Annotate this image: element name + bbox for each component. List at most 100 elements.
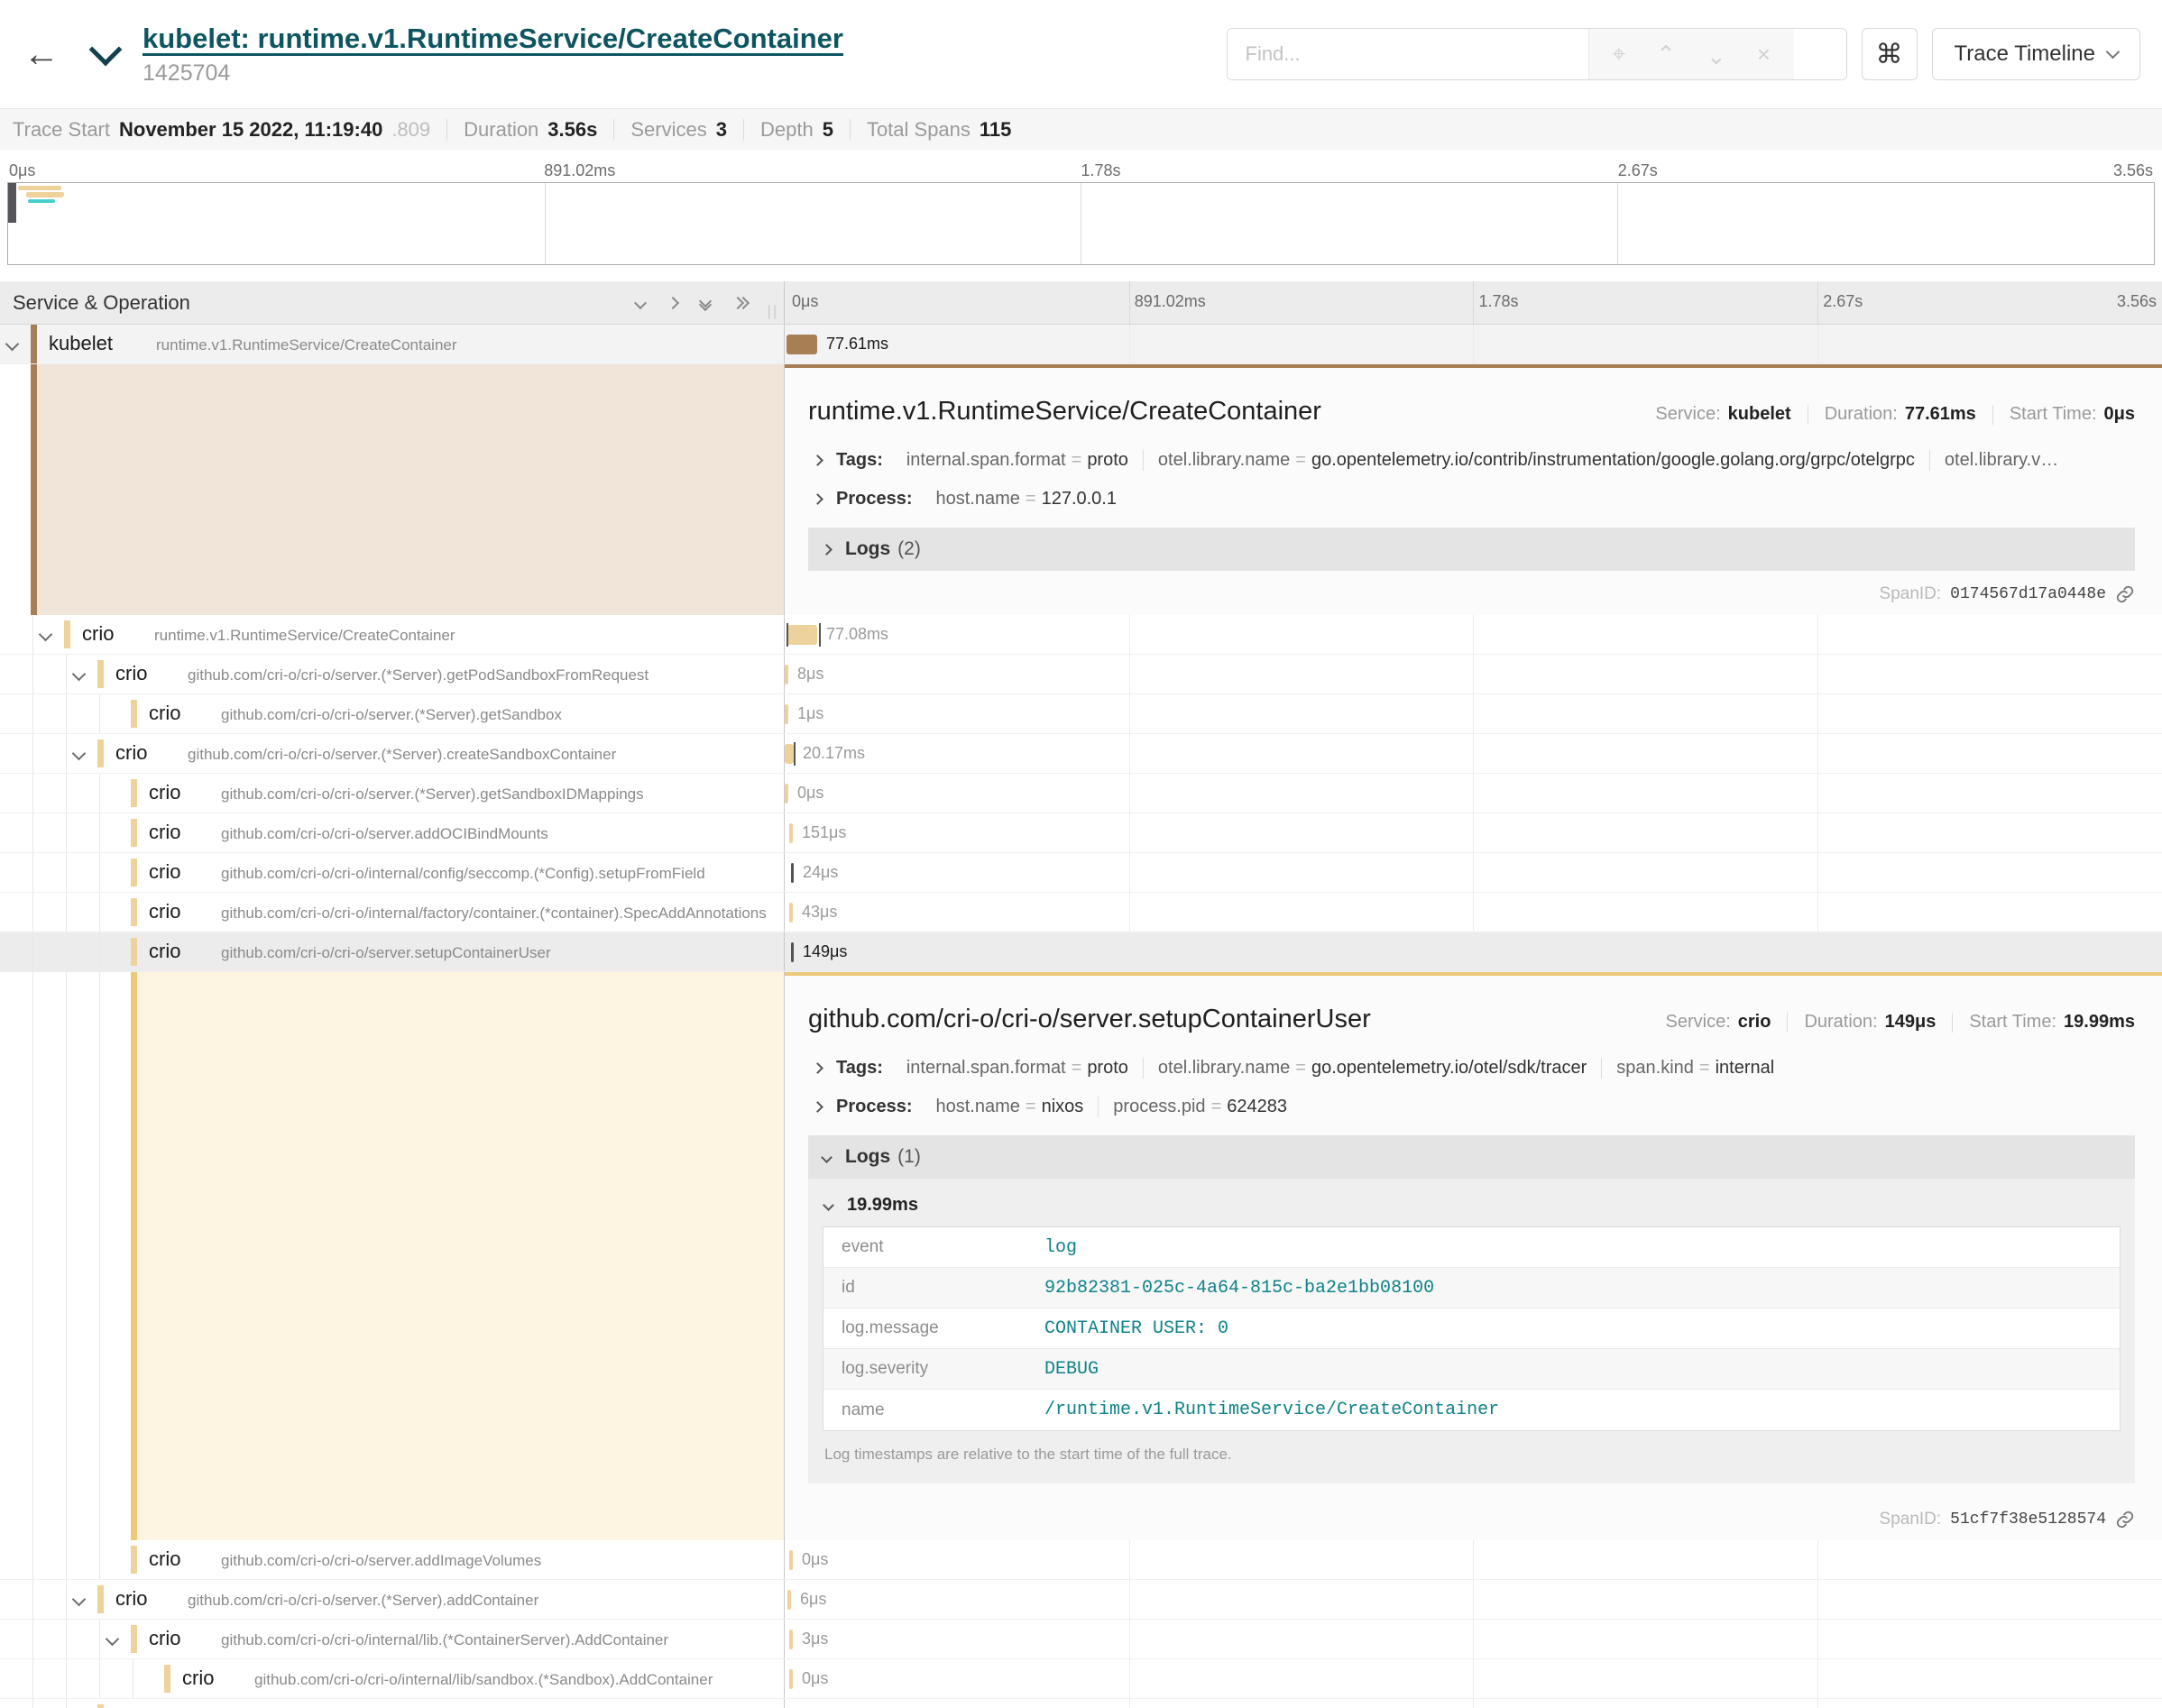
span-row[interactable]: crio github.com/cri-o/cri-o/internal/lib… xyxy=(0,1659,2162,1699)
chevron-up-icon[interactable]: ⌃ xyxy=(1656,41,1676,69)
copy-link-icon[interactable] xyxy=(2115,584,2135,604)
service-color-bar xyxy=(131,819,137,847)
span-row[interactable]: crio github.com/cri-o/cri-o/server.(*Ser… xyxy=(0,734,2162,774)
span-timeline-cell[interactable]: 6μs xyxy=(785,1580,2162,1619)
minimap-drag-handle[interactable] xyxy=(8,183,16,223)
process-section-toggle[interactable]: Process: host.name=127.0.0.1 xyxy=(808,489,2135,510)
span-duration-bar[interactable] xyxy=(785,744,794,764)
span-duration-bar[interactable] xyxy=(789,903,793,923)
span-row[interactable]: crio github.com/cri-o/cri-o/internal/con… xyxy=(0,853,2162,893)
span-duration-bar[interactable] xyxy=(791,863,794,883)
span-name-cell[interactable]: crio github.com/cri-o/cri-o/server.setup… xyxy=(0,932,785,971)
collapse-all-icon[interactable] xyxy=(701,297,710,309)
copy-link-icon[interactable] xyxy=(2115,1510,2135,1529)
span-timeline-cell[interactable]: 151μs xyxy=(785,813,2162,852)
locate-target-icon[interactable]: ⌖ xyxy=(1613,40,1626,69)
span-name-cell[interactable]: crio github.com/cri-o/cri-o/server.(*Ser… xyxy=(0,734,785,773)
span-duration-bar[interactable] xyxy=(787,335,817,354)
span-timeline-cell[interactable]: 24μs xyxy=(785,853,2162,892)
span-duration-bar[interactable] xyxy=(789,823,793,843)
row-chevron-down-icon[interactable] xyxy=(5,337,20,352)
span-duration-bar[interactable] xyxy=(789,1630,793,1649)
span-name-cell[interactable]: crio github.com/cri-o/cri-o/internal/lib… xyxy=(0,1620,785,1658)
service-operation-header: Service & Operation || xyxy=(0,281,785,324)
log-entry-toggle[interactable]: 19.99ms xyxy=(823,1182,2121,1226)
span-duration-bar[interactable] xyxy=(789,1550,793,1570)
span-name-cell[interactable]: crio github.com/cri-o/cri-o/internal/con… xyxy=(0,853,785,892)
span-timeline-cell[interactable]: 77.08ms xyxy=(785,615,2162,654)
span-row[interactable]: crio github.com/cri-o/cri-o/server.(*Ser… xyxy=(0,774,2162,813)
trace-view-dropdown[interactable]: Trace Timeline xyxy=(1932,28,2141,80)
span-row[interactable]: kubelet runtime.v1.RuntimeService/Create… xyxy=(0,325,2162,364)
collapse-trace-chevron-icon[interactable] xyxy=(89,33,123,67)
span-timeline-cell[interactable]: 43μs xyxy=(785,893,2162,932)
tags-section-toggle[interactable]: Tags: internal.span.format=proto otel.li… xyxy=(808,450,2135,471)
span-row[interactable]: crio github.com/cri-o/cri-o/server.addOC… xyxy=(0,813,2162,853)
span-duration-bar[interactable] xyxy=(789,1669,793,1689)
row-chevron-down-icon[interactable] xyxy=(39,628,53,642)
span-name-cell[interactable]: crio github.com/cri-o/cri-o/internal/lib… xyxy=(0,1659,785,1698)
column-resize-grip[interactable]: || xyxy=(768,304,778,320)
logs-section-toggle[interactable]: Logs (2) xyxy=(808,528,2135,571)
collapse-one-icon[interactable] xyxy=(634,296,647,308)
span-name-cell[interactable]: crio github.com/cri-o/cri-o/server.addOC… xyxy=(0,813,785,852)
row-chevron-down-icon[interactable] xyxy=(106,1632,120,1647)
span-duration-bar[interactable] xyxy=(787,1590,791,1610)
expand-one-icon[interactable] xyxy=(667,296,679,308)
tags-section-toggle[interactable]: Tags: internal.span.format=proto otel.li… xyxy=(808,1058,2135,1079)
span-row[interactable]: crio github.com/cri-o/cri-o/server.setup… xyxy=(0,932,2162,972)
span-timeline-cell[interactable]: 77.61ms xyxy=(785,325,2162,363)
expand-all-icon[interactable] xyxy=(733,298,748,308)
span-row[interactable]: crio github.com/cri-o/cri-o/internal/fac… xyxy=(0,893,2162,932)
span-name-cell[interactable]: crio github.com/cri-o/cri-o/server.(*Ser… xyxy=(0,774,785,813)
span-detail-meta: Service:kubelet Duration:77.61ms Start T… xyxy=(1655,404,2135,425)
span-name-cell[interactable]: crio github.com/cri-o/cri-o/internal/fac… xyxy=(0,893,785,932)
operation-name: github.com/cri-o/cri-o/server.setupConta… xyxy=(221,944,551,962)
indent-guides xyxy=(0,774,100,813)
trace-title-link[interactable]: kubelet: runtime.v1.RuntimeService/Creat… xyxy=(143,23,843,54)
span-row[interactable]: crio github.com/cri-o/cri-o/server.(*Ser… xyxy=(0,655,2162,694)
row-chevron-down-icon[interactable] xyxy=(72,1593,87,1607)
span-timeline-cell[interactable]: 149μs xyxy=(785,932,2162,971)
tag-item: internal.span.format=proto xyxy=(892,1058,1143,1079)
span-row[interactable]: crio github.com/cri-o/cri-o/internal/lib… xyxy=(0,1620,2162,1659)
span-timeline-cell[interactable]: 0μs xyxy=(785,1540,2162,1579)
span-name-cell[interactable]: crio github.com/cri-o/cri-o/server.(*Ser… xyxy=(0,655,785,693)
span-duration-bar[interactable] xyxy=(791,942,794,962)
span-row[interactable]: crio github.com/cri-o/cri-o/server.(*Ser… xyxy=(0,1699,2162,1708)
log-field-row: log.severityDEBUG xyxy=(823,1349,2120,1390)
row-chevron-down-icon[interactable] xyxy=(72,667,87,682)
span-duration-bar[interactable] xyxy=(785,704,788,724)
span-duration-bar[interactable] xyxy=(787,625,817,645)
span-name-cell[interactable]: crio github.com/cri-o/cri-o/server.addIm… xyxy=(0,1540,785,1579)
span-row[interactable]: crio runtime.v1.RuntimeService/CreateCon… xyxy=(0,615,2162,655)
span-row[interactable]: crio github.com/cri-o/cri-o/server.(*Ser… xyxy=(0,694,2162,734)
span-duration-bar[interactable] xyxy=(785,665,788,684)
span-timeline-cell[interactable]: 0μs xyxy=(785,774,2162,813)
span-timeline-cell[interactable]: 0μs xyxy=(785,1659,2162,1698)
minimap-canvas[interactable] xyxy=(7,182,2155,265)
span-duration-label: 24μs xyxy=(803,863,838,882)
span-name-cell[interactable]: crio runtime.v1.RuntimeService/CreateCon… xyxy=(0,615,785,654)
span-timeline-cell[interactable]: 0μs xyxy=(785,1699,2162,1708)
span-name-cell[interactable]: crio github.com/cri-o/cri-o/server.(*Ser… xyxy=(0,694,785,733)
chevron-down-icon[interactable]: ⌃ xyxy=(1707,41,1726,69)
span-timeline-cell[interactable]: 1μs xyxy=(785,694,2162,733)
row-chevron-down-icon[interactable] xyxy=(72,747,87,761)
back-arrow-icon[interactable]: ← xyxy=(14,27,69,81)
logs-section-toggle[interactable]: Logs (1) xyxy=(808,1135,2135,1179)
span-duration-bar[interactable] xyxy=(785,784,788,803)
span-name-cell[interactable]: kubelet runtime.v1.RuntimeService/Create… xyxy=(0,325,785,363)
close-icon[interactable]: × xyxy=(1757,41,1771,69)
span-row[interactable]: crio github.com/cri-o/cri-o/server.(*Ser… xyxy=(0,1580,2162,1620)
span-name-cell[interactable]: crio github.com/cri-o/cri-o/server.(*Ser… xyxy=(0,1699,785,1708)
span-timeline-cell[interactable]: 20.17ms xyxy=(785,734,2162,773)
span-timeline-cell[interactable]: 8μs xyxy=(785,655,2162,693)
span-name-cell[interactable]: crio github.com/cri-o/cri-o/server.(*Ser… xyxy=(0,1580,785,1619)
keyboard-shortcuts-button[interactable]: ⌘ xyxy=(1862,28,1918,80)
find-input[interactable] xyxy=(1228,29,1588,79)
span-detail-title: runtime.v1.RuntimeService/CreateContaine… xyxy=(808,397,1321,427)
process-section-toggle[interactable]: Process: host.name=nixos process.pid=624… xyxy=(808,1097,2135,1117)
span-timeline-cell[interactable]: 3μs xyxy=(785,1620,2162,1658)
span-row[interactable]: crio github.com/cri-o/cri-o/server.addIm… xyxy=(0,1540,2162,1580)
